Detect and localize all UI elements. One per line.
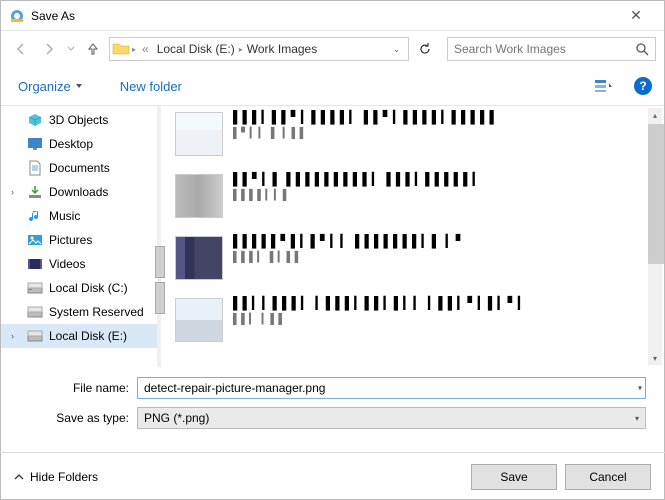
- cube-icon: [27, 112, 43, 128]
- navigation-tree[interactable]: 3D Objects Desktop Documents › Downloads…: [1, 106, 157, 367]
- file-item[interactable]: ▌▌▌▎▌▌▘▎▌▌▌▌▎ ▌▌▘▎▌▌▌▌▎▌▌▌▌▌ ▌▘▎▎ ▌ ▎▌▌: [175, 110, 658, 172]
- navbar: ▸ « Local Disk (E:) ▸ Work Images ⌄: [1, 31, 664, 67]
- toolbar: Organize New folder ?: [1, 67, 664, 105]
- sidebar-label: System Reserved: [49, 305, 144, 319]
- sidebar-label: Desktop: [49, 137, 93, 151]
- file-name: ▌▌▘▎▌ ▌▌▌▌▌▌▌▌▌▎ ▌▌▌▎▌▌▌▌▌▎: [233, 172, 483, 186]
- chevron-down-icon: ▾: [635, 414, 639, 423]
- drive-icon: [27, 280, 43, 296]
- app-icon: [9, 8, 25, 24]
- sidebar-item-downloads[interactable]: › Downloads: [1, 180, 157, 204]
- desktop-icon: [27, 136, 43, 152]
- breadcrumb-disk[interactable]: Local Disk (E:): [153, 42, 239, 56]
- file-item[interactable]: ▌▌▘▎▌ ▌▌▌▌▌▌▌▌▌▎ ▌▌▌▎▌▌▌▌▌▎ ▌▌▌▌▎▎▌: [175, 172, 658, 234]
- hide-folders-label: Hide Folders: [30, 470, 98, 484]
- breadcrumb-folder[interactable]: Work Images: [243, 42, 321, 56]
- up-button[interactable]: [81, 37, 105, 61]
- thumbnail: [175, 298, 223, 342]
- window-title: Save As: [31, 9, 75, 23]
- file-item[interactable]: ▌▌▎▎▌▌▌▎ ▎▌▌▌▎▌▌▎▌▎▎ ▎▌▌▎▘▎▌▎▘▎ ▌▌▎ ▎▌▌: [175, 296, 658, 358]
- file-subtitle: ▌▌▎ ▎▌▌: [233, 314, 528, 325]
- chevron-right-icon[interactable]: ›: [11, 187, 14, 197]
- folder-icon: [112, 41, 130, 57]
- footer: Hide Folders Save Cancel: [0, 452, 665, 500]
- sidebar-item-music[interactable]: Music: [1, 204, 157, 228]
- sidebar-label: Videos: [49, 257, 85, 271]
- titlebar: Save As ✕: [1, 1, 664, 31]
- file-name: ▌▌▌▎▌▌▘▎▌▌▌▌▎ ▌▌▘▎▌▌▌▌▎▌▌▌▌▌: [233, 110, 499, 124]
- search-input[interactable]: [454, 42, 635, 56]
- sidebar-item-3d-objects[interactable]: 3D Objects: [1, 108, 157, 132]
- pictures-icon: [27, 232, 43, 248]
- drive-icon: [27, 304, 43, 320]
- save-type-label: Save as type:: [19, 411, 129, 425]
- recent-dropdown[interactable]: [65, 37, 77, 61]
- organize-label: Organize: [18, 79, 71, 94]
- file-name-label: File name:: [19, 381, 129, 395]
- refresh-button[interactable]: [413, 37, 437, 61]
- scrollbar[interactable]: ▴ ▾: [648, 108, 662, 365]
- sidebar-item-local-e[interactable]: › Local Disk (E:): [1, 324, 157, 348]
- download-icon: [27, 184, 43, 200]
- cancel-button[interactable]: Cancel: [565, 464, 651, 490]
- sidebar-item-pictures[interactable]: Pictures: [1, 228, 157, 252]
- hide-folders-toggle[interactable]: Hide Folders: [14, 470, 98, 484]
- music-icon: [27, 208, 43, 224]
- save-type-value: PNG (*.png): [144, 411, 209, 425]
- organize-menu[interactable]: Organize: [13, 72, 88, 101]
- file-subtitle: ▌▌▌▎ ▌▎▌▌: [233, 252, 466, 263]
- search-icon: [635, 42, 649, 56]
- file-subtitle: ▌▌▌▌▎▎▌: [233, 190, 483, 201]
- thumbnail: [175, 236, 223, 280]
- sidebar-item-documents[interactable]: Documents: [1, 156, 157, 180]
- videos-icon: [27, 256, 43, 272]
- back-button[interactable]: [9, 37, 33, 61]
- help-button[interactable]: ?: [634, 77, 652, 95]
- sidebar-item-local-c[interactable]: Local Disk (C:): [1, 276, 157, 300]
- address-bar[interactable]: ▸ « Local Disk (E:) ▸ Work Images ⌄: [109, 37, 409, 61]
- new-folder-button[interactable]: New folder: [116, 73, 186, 100]
- breadcrumb-dropdown[interactable]: ⌄: [389, 45, 404, 54]
- sidebar-label: Local Disk (C:): [49, 281, 128, 295]
- sidebar-label: Pictures: [49, 233, 92, 247]
- chevron-right-icon[interactable]: ›: [11, 331, 14, 341]
- scroll-down-button[interactable]: ▾: [648, 351, 662, 365]
- close-button[interactable]: ✕: [616, 1, 656, 31]
- main-area: 3D Objects Desktop Documents › Downloads…: [1, 105, 664, 367]
- scroll-thumb[interactable]: [648, 124, 664, 264]
- save-button[interactable]: Save: [471, 464, 557, 490]
- scroll-up-button[interactable]: ▴: [648, 108, 662, 122]
- forward-button[interactable]: [37, 37, 61, 61]
- breadcrumb-prefix: «: [138, 42, 153, 56]
- sidebar-label: Documents: [49, 161, 110, 175]
- file-name: ▌▌▎▎▌▌▌▎ ▎▌▌▌▎▌▌▎▌▎▎ ▎▌▌▎▘▎▌▎▘▎: [233, 296, 528, 310]
- thumbnail: [175, 112, 223, 156]
- sidebar-item-system-reserved[interactable]: System Reserved: [1, 300, 157, 324]
- file-subtitle: ▌▘▎▎ ▌ ▎▌▌: [233, 128, 499, 139]
- chevron-down-icon: [75, 82, 83, 90]
- thumbnail: [175, 174, 223, 218]
- search-box[interactable]: [447, 37, 656, 61]
- sidebar-label: Local Disk (E:): [49, 329, 127, 343]
- file-list[interactable]: ▌▌▌▎▌▌▘▎▌▌▌▌▎ ▌▌▘▎▌▌▌▌▎▌▌▌▌▌ ▌▘▎▎ ▌ ▎▌▌ …: [161, 106, 664, 367]
- fields: File name: ▾ Save as type: PNG (*.png) ▾: [1, 367, 664, 443]
- sidebar-label: Music: [49, 209, 80, 223]
- save-type-dropdown[interactable]: PNG (*.png) ▾: [137, 407, 646, 429]
- sidebar-label: 3D Objects: [49, 113, 108, 127]
- drive-icon: [27, 328, 43, 344]
- file-name-input[interactable]: [137, 377, 646, 399]
- sidebar-item-videos[interactable]: Videos: [1, 252, 157, 276]
- document-icon: [27, 160, 43, 176]
- file-name: ▌▌▌▌▌▘▌▎▌▘▎▎ ▌▌▌▌▌▌▌▎▌ ▎▘: [233, 234, 466, 248]
- file-item[interactable]: ▌▌▌▌▌▘▌▎▌▘▎▎ ▌▌▌▌▌▌▌▎▌ ▎▘ ▌▌▌▎ ▌▎▌▌: [175, 234, 658, 296]
- sidebar-item-desktop[interactable]: Desktop: [1, 132, 157, 156]
- view-mode-button[interactable]: [586, 74, 622, 98]
- sidebar-label: Downloads: [49, 185, 108, 199]
- chevron-up-icon: [14, 472, 24, 482]
